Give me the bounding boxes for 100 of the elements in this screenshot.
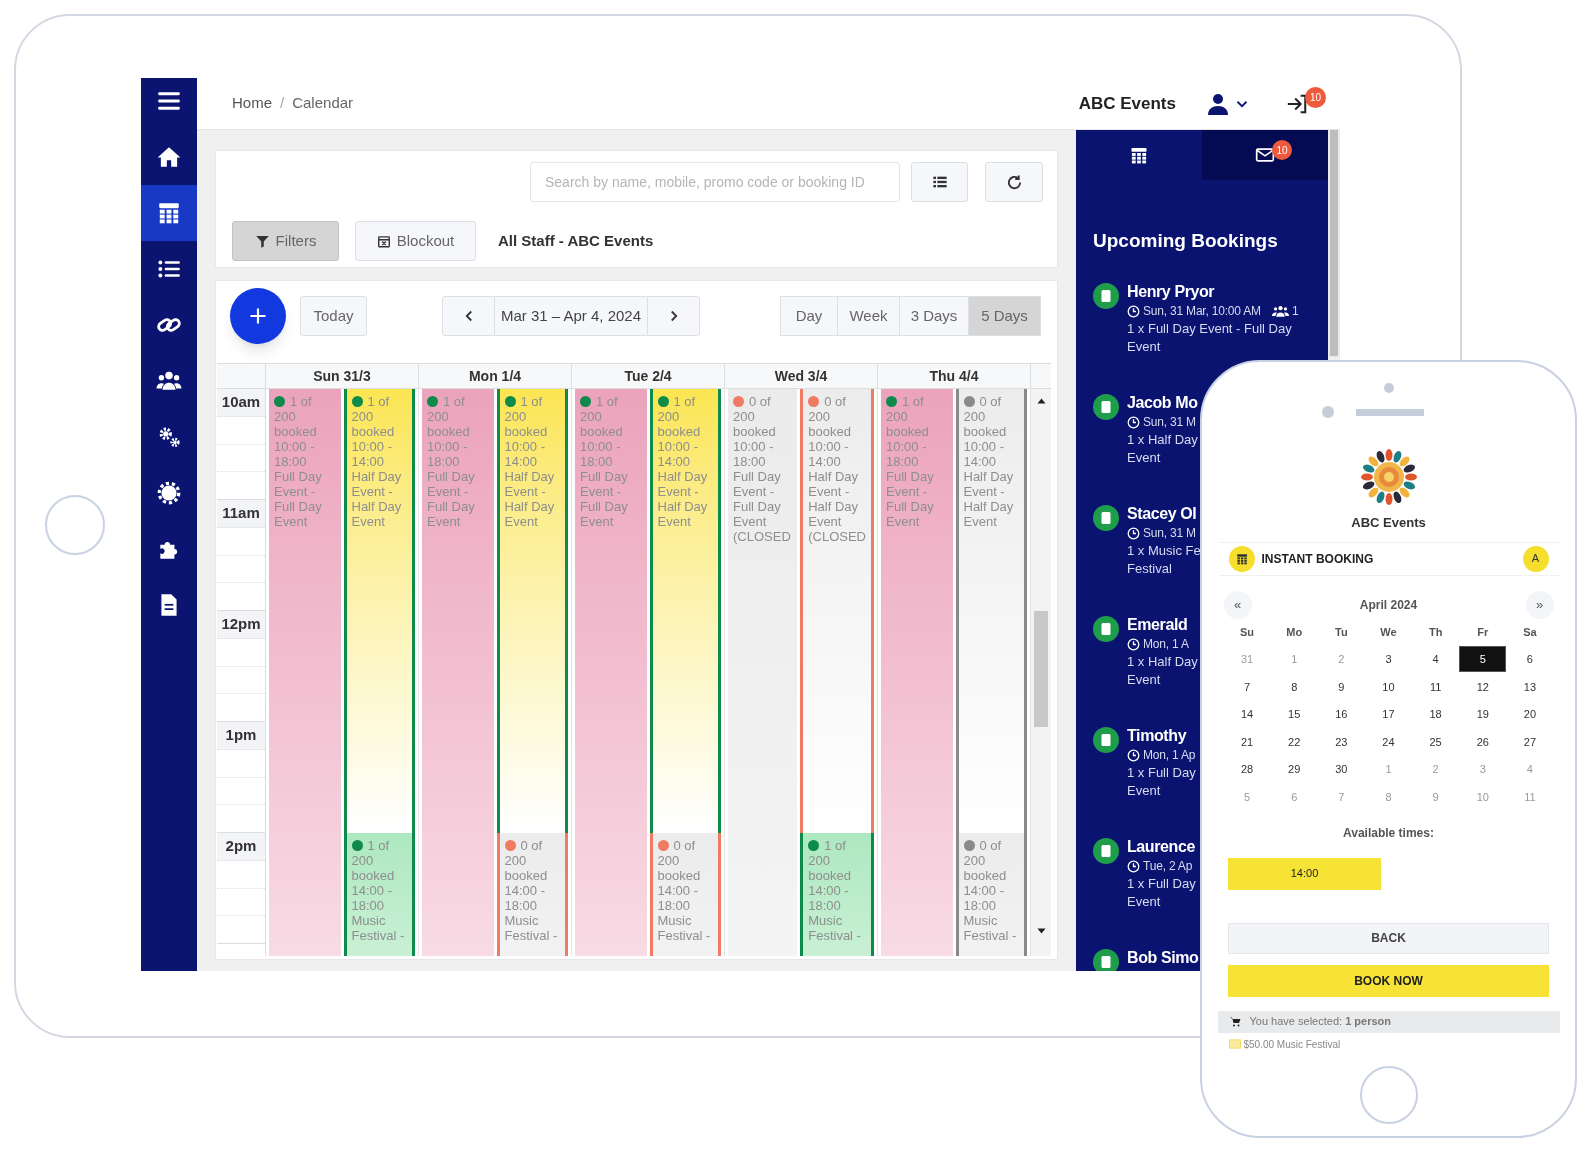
calendar-icon: [1228, 545, 1255, 572]
date-cell[interactable]: 11: [1412, 673, 1460, 700]
previous-month-button[interactable]: «: [1223, 590, 1252, 619]
date-cell[interactable]: 18: [1412, 701, 1460, 728]
scrollbar-thumb[interactable]: [1034, 611, 1048, 727]
event-time: 14:00 - 18:00: [963, 883, 1005, 913]
list-icon: [930, 174, 949, 190]
booking-count: 0 of 200 booked: [808, 394, 851, 439]
plus-icon: [248, 306, 268, 326]
booking-description: 1 x Full Day Event - Full Day: [1127, 319, 1293, 338]
scroll-down-icon: [1036, 927, 1046, 935]
weekday-label: Fr: [1476, 624, 1490, 640]
weekday-label: Th: [1427, 624, 1444, 640]
panel-title: Upcoming Bookings: [1092, 229, 1279, 253]
date-range: Mar 31 – Apr 4, 2024: [495, 296, 647, 336]
event-title: Music Festival -: [808, 913, 862, 943]
customer-name[interactable]: Emerald: [1127, 613, 1188, 636]
weekday-label: Mo: [1285, 624, 1304, 640]
book-now-button[interactable]: BOOK NOW: [1228, 964, 1549, 997]
date-cell[interactable]: 16: [1317, 701, 1365, 728]
booking-count: 1 of 200 booked: [351, 838, 395, 883]
event-time: 10:00 - 18:00: [274, 439, 316, 469]
avatar[interactable]: A: [1522, 545, 1549, 572]
view-tab[interactable]: Week: [837, 296, 900, 336]
date-cell[interactable]: 12: [1459, 673, 1507, 700]
view-tab[interactable]: Day: [780, 296, 838, 336]
date-cell[interactable]: 4: [1412, 646, 1460, 673]
date-cell[interactable]: 7: [1223, 673, 1271, 700]
date-cell[interactable]: 20: [1506, 701, 1554, 728]
date-cell[interactable]: 22: [1270, 728, 1318, 755]
calendar-x-icon: [376, 233, 391, 249]
date-cell[interactable]: 10: [1364, 673, 1413, 700]
customer-name[interactable]: Jacob Mo: [1127, 391, 1198, 414]
view-tab[interactable]: 3 Days: [899, 296, 969, 336]
breadcrumb-link[interactable]: Home: [232, 92, 272, 115]
event-title: Full Day Event - Full Day Event: [580, 469, 629, 529]
event-title: Half Day Event - Half Day Event: [657, 469, 709, 529]
date-cell[interactable]: 5: [1459, 646, 1507, 673]
next-month-button[interactable]: »: [1525, 590, 1554, 619]
booking-icon: [1093, 393, 1119, 420]
filters-button[interactable]: Filters: [232, 221, 339, 261]
date-cell[interactable]: 19: [1459, 701, 1507, 728]
event-time: 14:00 - 18:00: [657, 883, 699, 913]
refresh-button[interactable]: [985, 162, 1043, 202]
date-cell[interactable]: 24: [1364, 728, 1413, 755]
event-title: Music Festival -: [963, 913, 1018, 943]
booking-icon: [1093, 837, 1119, 864]
add-button[interactable]: [230, 288, 286, 344]
blockout-button[interactable]: Blockout: [355, 221, 476, 261]
booking-description: Event: [1127, 448, 1162, 467]
event-time: 10:00 - 18:00: [427, 439, 469, 469]
date-cell[interactable]: 15: [1270, 701, 1318, 728]
date-cell[interactable]: 28: [1223, 756, 1271, 783]
customer-name[interactable]: Laurence: [1127, 835, 1195, 858]
back-button[interactable]: BACK: [1228, 922, 1549, 954]
event-time: 10:00 - 14:00: [963, 439, 1005, 469]
date-cell[interactable]: 23: [1317, 728, 1365, 755]
today-button[interactable]: Today: [300, 296, 367, 336]
date-cell[interactable]: 9: [1317, 673, 1365, 700]
date-cell[interactable]: 3: [1364, 646, 1413, 673]
hour-label: 2pm: [225, 836, 257, 857]
date-cell[interactable]: 30: [1317, 756, 1365, 783]
date-cell[interactable]: 27: [1506, 728, 1554, 755]
event-time: 10:00 - 14:00: [351, 439, 393, 469]
mail-icon: [1254, 145, 1276, 165]
search-field[interactable]: Search by name, mobile, promo code or booking ID: [530, 162, 900, 202]
customer-name[interactable]: Bob Simo: [1127, 946, 1199, 969]
date-cell[interactable]: 29: [1270, 756, 1318, 783]
customer-name[interactable]: Timothy: [1127, 724, 1187, 747]
clock-icon: [1127, 748, 1140, 762]
event-time: 10:00 - 14:00: [504, 439, 546, 469]
breadcrumb-link[interactable]: Calendar: [292, 92, 354, 115]
day-header: Thu 4/4: [878, 364, 1031, 388]
day-header: Tue 2/4: [572, 364, 725, 388]
booking-count: 1 of 200 booked: [427, 394, 470, 439]
date-cell[interactable]: 26: [1459, 728, 1507, 755]
month-title: April 2024: [1359, 596, 1418, 614]
date-cell[interactable]: 6: [1506, 646, 1554, 673]
sidebar-button[interactable]: [141, 185, 197, 241]
time-slot[interactable]: 14:00: [1228, 857, 1381, 890]
booking-time: Sun, 31 M: [1143, 524, 1196, 542]
selection-summary: You have selected: 1 person: [1249, 1014, 1391, 1030]
booking-count: 1 of 200 booked: [580, 394, 623, 439]
customer-name[interactable]: Henry Pryor: [1127, 280, 1215, 303]
clock-icon: [1127, 415, 1140, 429]
view-tab[interactable]: 5 Days: [968, 296, 1041, 336]
booking-count: 0 of 200 booked: [963, 838, 1007, 883]
date-cell[interactable]: 25: [1412, 728, 1460, 755]
date-cell[interactable]: 17: [1364, 701, 1413, 728]
booking-description: Festival: [1127, 559, 1173, 578]
list-view-button[interactable]: [911, 162, 968, 202]
booking-description: 1 x Half Day: [1127, 652, 1198, 671]
speaker-slot: [1355, 408, 1424, 416]
date-cell[interactable]: 13: [1506, 673, 1554, 700]
date-cell[interactable]: 21: [1223, 728, 1271, 755]
customer-name[interactable]: Stacey Ol: [1127, 502, 1197, 525]
date-cell[interactable]: 14: [1223, 701, 1271, 728]
booking-description: 1 x Full Day: [1127, 763, 1196, 782]
event-title: Full Day Event - Full Day Event: [427, 469, 476, 529]
date-cell[interactable]: 8: [1270, 673, 1318, 700]
